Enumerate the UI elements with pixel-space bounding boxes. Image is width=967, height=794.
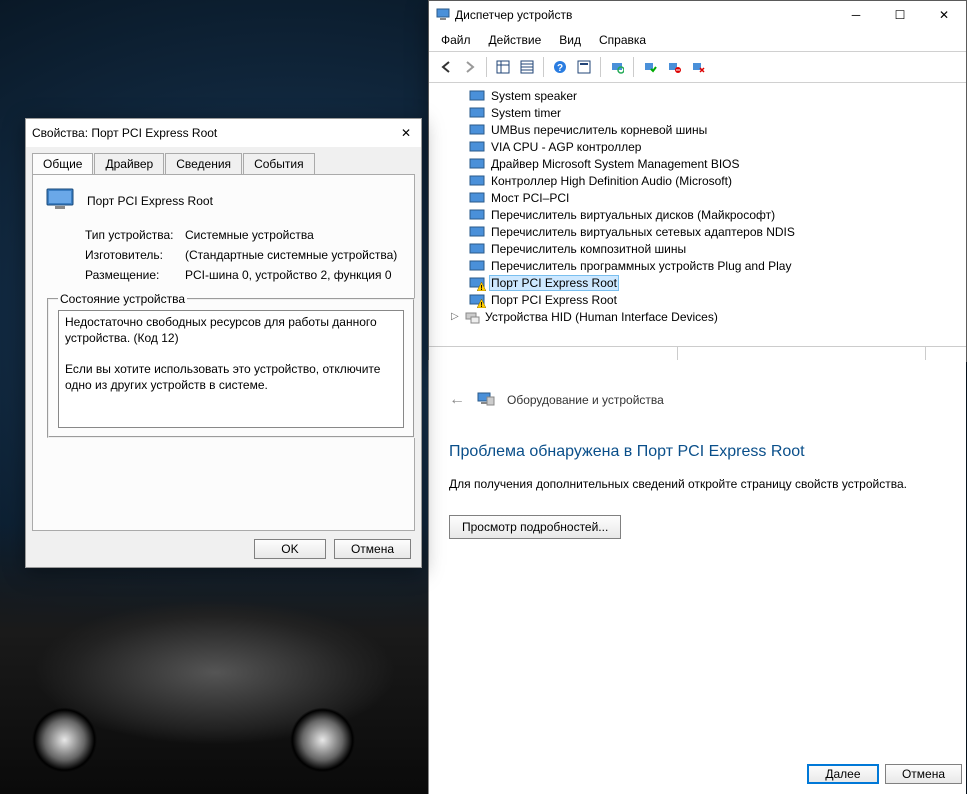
- menu-view[interactable]: Вид: [551, 31, 589, 49]
- tree-item[interactable]: Драйвер Microsoft System Management BIOS: [469, 155, 966, 172]
- view-list-icon[interactable]: [516, 56, 538, 78]
- forward-icon[interactable]: [459, 56, 481, 78]
- hid-category-icon: [465, 310, 481, 324]
- view-details-button[interactable]: Просмотр подробностей...: [449, 515, 621, 539]
- tree-item[interactable]: Контроллер High Definition Audio (Micros…: [469, 172, 966, 189]
- tab-details[interactable]: Сведения: [165, 153, 242, 174]
- devmgr-app-icon: [435, 6, 451, 25]
- close-button[interactable]: ✕: [922, 1, 966, 29]
- properties-icon[interactable]: [573, 56, 595, 78]
- devmgr-statusbar: [429, 346, 966, 361]
- minimize-button[interactable]: ─: [834, 1, 878, 29]
- enable-device-icon[interactable]: [639, 56, 661, 78]
- troubleshoot-message: Для получения дополнительных сведений от…: [449, 477, 946, 491]
- troubleshooter-panel: ← Оборудование и устройства Проблема обн…: [428, 360, 966, 794]
- tree-item[interactable]: ! Порт PCI Express Root: [469, 291, 966, 308]
- maximize-button[interactable]: ☐: [878, 1, 922, 29]
- ok-button[interactable]: OK: [254, 539, 326, 559]
- close-button[interactable]: ✕: [391, 119, 421, 147]
- troubleshoot-heading: Проблема обнаружена в Порт PCI Express R…: [449, 443, 946, 461]
- tree-item[interactable]: Мост PCI–PCI: [469, 189, 966, 206]
- devmgr-title: Диспетчер устройств: [455, 8, 572, 22]
- device-icon: [45, 187, 77, 214]
- tab-driver[interactable]: Драйвер: [94, 153, 164, 174]
- tree-item[interactable]: System speaker: [469, 87, 966, 104]
- svg-text:!: !: [480, 285, 482, 291]
- troubleshoot-breadcrumb: Оборудование и устройства: [507, 393, 664, 407]
- tree-item-selected[interactable]: ! Порт PCI Express Root: [469, 274, 966, 291]
- uninstall-device-icon[interactable]: [687, 56, 709, 78]
- devmgr-toolbar: ?: [429, 52, 966, 83]
- label-type: Тип устройства:: [85, 228, 185, 242]
- back-icon[interactable]: [435, 56, 457, 78]
- tree-item[interactable]: System timer: [469, 104, 966, 121]
- tree-item[interactable]: Перечислитель виртуальных сетевых адапте…: [469, 223, 966, 240]
- tree-item[interactable]: Перечислитель композитной шины: [469, 240, 966, 257]
- label-manufacturer: Изготовитель:: [85, 248, 185, 262]
- label-location: Размещение:: [85, 268, 185, 282]
- menu-file[interactable]: Файл: [433, 31, 479, 49]
- tree-category[interactable]: ▷ Устройства HID (Human Interface Device…: [451, 308, 966, 325]
- props-titlebar[interactable]: Свойства: Порт PCI Express Root ✕: [26, 119, 421, 147]
- device-name: Порт PCI Express Root: [87, 194, 213, 208]
- menu-action[interactable]: Действие: [481, 31, 550, 49]
- scan-hardware-icon[interactable]: [606, 56, 628, 78]
- warning-overlay-icon: !: [477, 299, 486, 308]
- troubleshoot-category-icon: [477, 390, 495, 409]
- tree-item[interactable]: Перечислитель виртуальных дисков (Майкро…: [469, 206, 966, 223]
- cancel-button[interactable]: Отмена: [334, 539, 411, 559]
- view-details-icon[interactable]: [492, 56, 514, 78]
- svg-text:?: ?: [557, 63, 563, 74]
- chevron-right-icon[interactable]: ▷: [451, 311, 461, 322]
- device-tree[interactable]: System speaker System timer UMBus перечи…: [429, 83, 966, 346]
- warning-overlay-icon: !: [477, 282, 486, 291]
- tab-general[interactable]: Общие: [32, 153, 93, 174]
- svg-text:!: !: [480, 302, 482, 308]
- props-tabs: Общие Драйвер Сведения События: [26, 147, 421, 174]
- tab-events[interactable]: События: [243, 153, 315, 174]
- tree-item[interactable]: VIA CPU - AGP контроллер: [469, 138, 966, 155]
- props-tab-body: Порт PCI Express Root Тип устройства:Сис…: [32, 174, 415, 531]
- tree-item[interactable]: UMBus перечислитель корневой шины: [469, 121, 966, 138]
- value-type: Системные устройства: [185, 228, 314, 242]
- props-title: Свойства: Порт PCI Express Root: [32, 126, 217, 140]
- device-status-group: Состояние устройства Недостаточно свобод…: [47, 292, 415, 438]
- device-status-text[interactable]: Недостаточно свободных ресурсов для рабо…: [58, 310, 404, 428]
- back-arrow-icon[interactable]: ←: [449, 391, 465, 409]
- value-location: PCI-шина 0, устройство 2, функция 0: [185, 268, 392, 282]
- device-status-legend: Состояние устройства: [58, 292, 187, 306]
- next-button[interactable]: Далее: [807, 764, 879, 784]
- help-icon[interactable]: ?: [549, 56, 571, 78]
- devmgr-menubar: Файл Действие Вид Справка: [429, 29, 966, 52]
- disable-device-icon[interactable]: [663, 56, 685, 78]
- tree-item[interactable]: Перечислитель программных устройств Plug…: [469, 257, 966, 274]
- cancel-button[interactable]: Отмена: [885, 764, 962, 784]
- menu-help[interactable]: Справка: [591, 31, 654, 49]
- device-manager-window: Диспетчер устройств ─ ☐ ✕ Файл Действие …: [428, 0, 967, 362]
- properties-dialog: Свойства: Порт PCI Express Root ✕ Общие …: [25, 118, 422, 568]
- devmgr-titlebar[interactable]: Диспетчер устройств ─ ☐ ✕: [429, 1, 966, 29]
- value-manufacturer: (Стандартные системные устройства): [185, 248, 397, 262]
